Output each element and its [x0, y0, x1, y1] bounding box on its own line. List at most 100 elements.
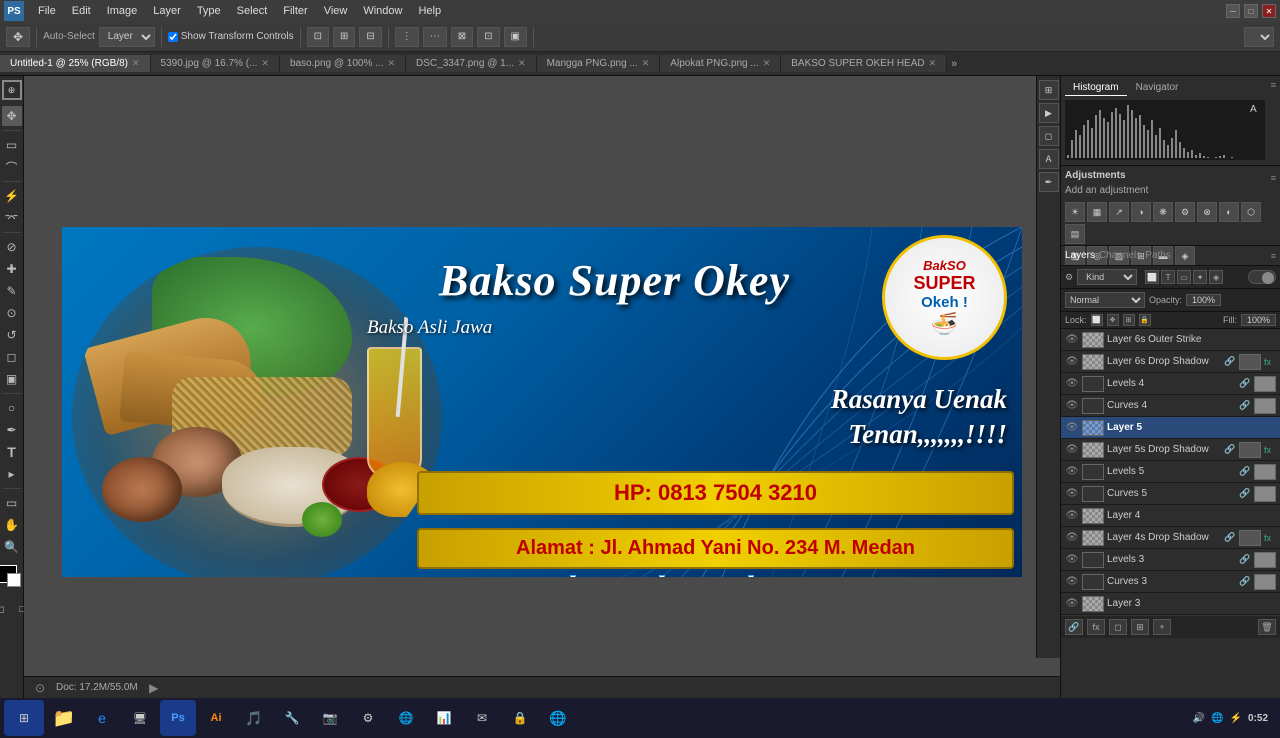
navigator-tab[interactable]: Navigator	[1128, 80, 1187, 96]
tab-4[interactable]: Mangga PNG.png ... ✕	[537, 55, 661, 72]
move-tool-btn[interactable]: ✥	[6, 27, 30, 47]
start-btn[interactable]: ⊞	[4, 700, 44, 736]
blend-mode-select[interactable]: Normal	[1065, 292, 1145, 308]
tab-5[interactable]: Alpokat PNG.png ... ✕	[660, 55, 781, 72]
minimize-button[interactable]: ─	[1226, 4, 1240, 18]
layer-item-4[interactable]: 👁 Layer 5	[1061, 417, 1280, 439]
filter-smart[interactable]: ✦	[1193, 270, 1207, 284]
layer-item-11[interactable]: 👁 Curves 3 🔗	[1061, 571, 1280, 593]
app-btn-3[interactable]: ⚙	[350, 700, 386, 736]
canvas-area[interactable]: Bakso Super Okey Bakso Asli Jawa Rasanya…	[24, 76, 1060, 698]
histogram-tab[interactable]: Histogram	[1065, 80, 1127, 96]
link-layers-btn[interactable]: 🔗	[1065, 619, 1083, 635]
tab-1[interactable]: 5390.jpg @ 16.7% (... ✕	[151, 55, 280, 72]
browser-btn[interactable]: e	[84, 700, 120, 736]
adj-levels[interactable]: ▦	[1087, 202, 1107, 222]
layer-eye-2[interactable]: 👁	[1065, 377, 1079, 391]
add-style-btn[interactable]: fx	[1087, 619, 1105, 635]
align-btn-2[interactable]: ⊞	[333, 27, 355, 47]
layer-item-5[interactable]: 👁 Layer 5s Drop Shadow 🔗 fx	[1061, 439, 1280, 461]
transform-checkbox[interactable]: Show Transform Controls	[168, 31, 294, 42]
maximize-button[interactable]: □	[1244, 4, 1258, 18]
type-tool[interactable]: T	[2, 442, 22, 462]
nav-arrow-right[interactable]: ▶	[146, 680, 162, 696]
app-btn-6[interactable]: ✉	[464, 700, 500, 736]
workspace-select[interactable]: Photography	[1244, 27, 1274, 47]
close-tab-5[interactable]: ✕	[763, 58, 771, 69]
layer-eye-8[interactable]: 👁	[1065, 509, 1079, 523]
layer-item-1[interactable]: 👁 Layer 6s Drop Shadow 🔗 fx	[1061, 351, 1280, 373]
layer-item-0[interactable]: 👁 Layer 6s Outer Strike	[1061, 329, 1280, 351]
menu-layer[interactable]: Layer	[145, 3, 189, 19]
new-layer-btn[interactable]: +	[1153, 619, 1171, 635]
layer-item-2[interactable]: 👁 Levels 4 🔗	[1061, 373, 1280, 395]
layer-eye-5[interactable]: 👁	[1065, 443, 1079, 457]
adj-color-balance[interactable]: ⊗	[1197, 202, 1217, 222]
adj-channel-mixer[interactable]: ▤	[1065, 224, 1085, 244]
app-btn-4[interactable]: 🌐	[388, 700, 424, 736]
wand-tool[interactable]: ⚡	[2, 186, 22, 206]
dist-btn-1[interactable]: ⋮	[395, 27, 419, 47]
paths-tab[interactable]: Paths	[1145, 250, 1171, 261]
r-icon-5[interactable]: ✒	[1039, 172, 1059, 192]
opacity-input[interactable]: 100%	[1186, 294, 1221, 306]
kind-select[interactable]: Kind	[1077, 269, 1137, 285]
channels-tab[interactable]: Channels	[1099, 250, 1141, 261]
layer-eye-11[interactable]: 👁	[1065, 575, 1079, 589]
lock-pixel[interactable]: ⬜	[1091, 314, 1103, 326]
shape-tool[interactable]: ▭	[2, 493, 22, 513]
close-tab-2[interactable]: ✕	[387, 58, 395, 69]
tab-overflow[interactable]: »	[947, 58, 961, 70]
layer-eye-1[interactable]: 👁	[1065, 355, 1079, 369]
menu-filter[interactable]: Filter	[275, 3, 315, 19]
stamp-tool[interactable]: ⊙	[2, 303, 22, 323]
adj-vibrance[interactable]: ❋	[1153, 202, 1173, 222]
layer-eye-0[interactable]: 👁	[1065, 333, 1079, 347]
r-icon-4[interactable]: A	[1039, 149, 1059, 169]
chrome-btn[interactable]: 🌐	[540, 700, 576, 736]
layer-select[interactable]: Layer	[99, 27, 155, 47]
lock-all[interactable]: 🔒	[1139, 314, 1151, 326]
tab-0[interactable]: Untitled-1 @ 25% (RGB/8) ✕	[0, 55, 151, 72]
ps-btn[interactable]: Ps	[160, 700, 196, 736]
nav-arrow-left[interactable]: ⊙	[32, 680, 48, 696]
fill-input[interactable]: 100%	[1241, 314, 1276, 326]
r-icon-3[interactable]: ◻	[1039, 126, 1059, 146]
layer-item-6[interactable]: 👁 Levels 5 🔗	[1061, 461, 1280, 483]
ai-btn[interactable]: Ai	[198, 700, 234, 736]
lock-position[interactable]: ✥	[1107, 314, 1119, 326]
filter-color[interactable]: ◈	[1209, 270, 1223, 284]
app-btn-5[interactable]: 📊	[426, 700, 462, 736]
tab-2[interactable]: baso.png @ 100% ... ✕	[280, 55, 406, 72]
history-brush-tool[interactable]: ↺	[2, 325, 22, 345]
r-icon-2[interactable]: ▶	[1039, 103, 1059, 123]
dist-btn-3[interactable]: ⊠	[451, 27, 473, 47]
layer-eye-10[interactable]: 👁	[1065, 553, 1079, 567]
close-button[interactable]: ✕	[1262, 4, 1276, 18]
gradient-tool[interactable]: ▣	[2, 369, 22, 389]
layer-eye-9[interactable]: 👁	[1065, 531, 1079, 545]
standard-mode[interactable]: ◻	[0, 599, 11, 619]
eyedropper-tool[interactable]: ⊘	[2, 237, 22, 257]
layer-eye-12[interactable]: 👁	[1065, 597, 1079, 611]
hand-tool[interactable]: ✋	[2, 515, 22, 535]
layer-eye-4[interactable]: 👁	[1065, 421, 1079, 435]
menu-type[interactable]: Type	[189, 3, 229, 19]
close-tab-6[interactable]: ✕	[929, 58, 937, 69]
tab-6[interactable]: BAKSO SUPER OKEH HEAD ✕	[781, 55, 947, 72]
dist-btn-4[interactable]: ⊡	[477, 27, 499, 47]
brush-tool[interactable]: ✎	[2, 281, 22, 301]
healing-tool[interactable]: ✚	[2, 259, 22, 279]
menu-file[interactable]: File	[30, 3, 64, 19]
close-tab-3[interactable]: ✕	[518, 58, 526, 69]
media-btn[interactable]: 🎵	[236, 700, 272, 736]
adj-brightness[interactable]: ☀	[1065, 202, 1085, 222]
dist-btn-2[interactable]: ⋯	[423, 27, 447, 47]
layer-eye-6[interactable]: 👁	[1065, 465, 1079, 479]
menu-window[interactable]: Window	[355, 3, 410, 19]
adj-collapse[interactable]: ≡	[1271, 173, 1276, 183]
r-icon-1[interactable]: ⊞	[1039, 80, 1059, 100]
close-tab-4[interactable]: ✕	[642, 58, 650, 69]
app-btn-2[interactable]: 📷	[312, 700, 348, 736]
adj-curves[interactable]: ↗	[1109, 202, 1129, 222]
